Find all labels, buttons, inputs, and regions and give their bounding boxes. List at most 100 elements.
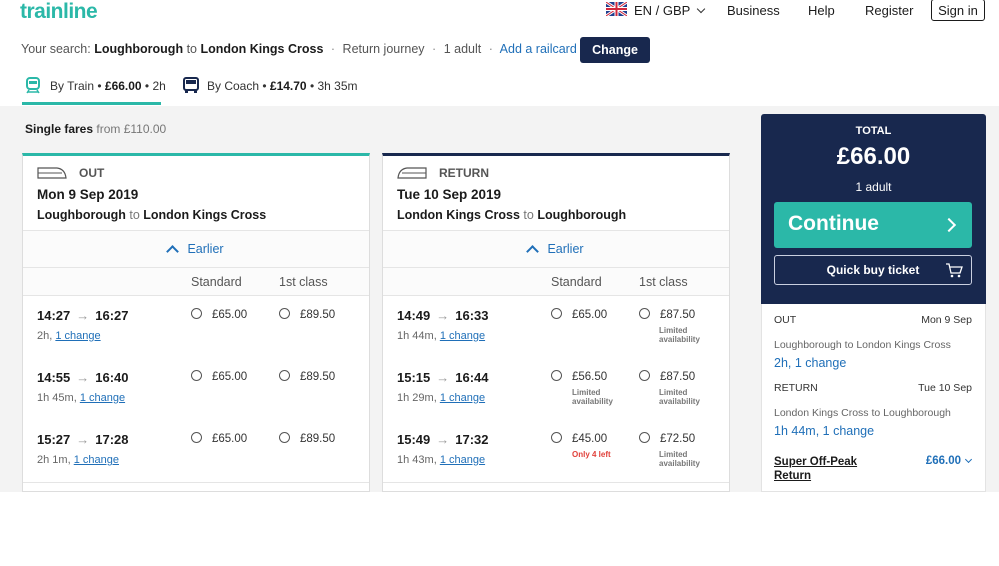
trainline-logo[interactable]: trainline	[20, 0, 98, 24]
fare-type-link[interactable]: Super Off-Peak Return	[774, 455, 857, 483]
return-direction: RETURN	[439, 166, 489, 180]
journey-summary-panel: OUT Mon 9 Sep Loughborough to London Kin…	[761, 304, 986, 492]
radio-button[interactable]	[191, 308, 202, 319]
standard-fare-option[interactable]: £65.00	[191, 370, 247, 383]
table-row[interactable]: 15:15 → 16:44 1h 29m, 1 change £56.50 Limi…	[383, 358, 729, 421]
note-line: availability	[659, 459, 700, 468]
return-first-header: 1st class	[639, 275, 688, 289]
summary-out-details-link[interactable]: 2h, 1 change	[774, 356, 846, 370]
duration-text: 1h 43m,	[397, 454, 437, 466]
fare-price-dropdown[interactable]: £66.00	[926, 455, 973, 467]
radio-button[interactable]	[551, 370, 562, 381]
changes-link[interactable]: 1 change	[55, 330, 100, 342]
depart-time: 15:27	[37, 432, 71, 447]
standard-fare-option[interactable]: £65.00	[191, 308, 247, 321]
nav-register[interactable]: Register	[865, 3, 913, 18]
radio-button[interactable]	[279, 432, 290, 443]
table-row[interactable]: 15:49 → 17:32 1h 43m, 1 change £45.00 Only…	[383, 420, 729, 483]
duration-text: 1h 29m,	[397, 392, 437, 404]
radio-button[interactable]	[551, 308, 562, 319]
first-class-fare-option[interactable]: £89.50	[279, 370, 335, 383]
summary-out-route: Loughborough to London Kings Cross	[774, 339, 951, 351]
fare-price: £65.00	[572, 309, 608, 321]
arrow-right-icon: →	[76, 370, 90, 385]
radio-button[interactable]	[279, 308, 290, 319]
changes-link[interactable]: 1 change	[80, 392, 125, 404]
outbound-header: OUT Mon 9 Sep 2019 Loughborough to Londo…	[23, 156, 369, 231]
standard-fare-option[interactable]: £56.50	[551, 370, 607, 383]
availability-note: Limited availability	[572, 388, 613, 406]
total-passengers: 1 adult	[855, 180, 892, 194]
summary-return-route: London Kings Cross to Loughborough	[774, 407, 951, 419]
depart-time: 14:55	[37, 370, 71, 385]
radio-button[interactable]	[551, 432, 562, 443]
changes-link[interactable]: 1 change	[440, 454, 485, 466]
sign-in-button[interactable]: Sign in	[931, 0, 985, 21]
radio-button[interactable]	[191, 370, 202, 381]
note-line: availability	[659, 397, 700, 406]
first-class-fare-option[interactable]: £89.50	[279, 308, 335, 321]
standard-fare-option[interactable]: £45.00	[551, 432, 607, 445]
return-header: RETURN Tue 10 Sep 2019 London Kings Cros…	[383, 156, 729, 231]
train-tab-price: £66.00	[104, 78, 142, 93]
fare-price: £72.50	[660, 433, 696, 445]
fare-price: £45.00	[572, 433, 608, 445]
duration-text: 1h 45m,	[37, 392, 77, 404]
changes-link[interactable]: 1 change	[74, 454, 119, 466]
outbound-earlier-button[interactable]: Earlier	[23, 231, 369, 268]
note-line: Limited	[572, 388, 601, 397]
table-row[interactable]: 14:49 → 16:33 1h 44m, 1 change £65.00 £87.…	[383, 296, 729, 359]
first-class-fare-option[interactable]: £87.50	[639, 370, 695, 383]
summary-return-details-link[interactable]: 1h 44m, 1 change	[774, 424, 874, 438]
depart-time: 14:49	[397, 308, 431, 323]
journey-times: 14:55 → 16:40	[37, 370, 129, 385]
single-fares-link[interactable]: Single fares from £110.00	[25, 122, 166, 136]
return-panel: RETURN Tue 10 Sep 2019 London Kings Cros…	[382, 153, 730, 492]
duration-text: 2h,	[37, 330, 53, 342]
coach-tab-label: By Coach	[207, 78, 260, 93]
journey-times: 15:15 → 16:44	[397, 370, 489, 385]
summary-out-date: Mon 9 Sep	[921, 314, 972, 326]
table-row[interactable]: 15:27 → 17:28 2h 1m, 1 change £65.00 £89.5…	[23, 420, 369, 483]
radio-button[interactable]	[639, 370, 650, 381]
fare-price: £89.50	[300, 309, 336, 321]
radio-button[interactable]	[639, 308, 650, 319]
first-class-fare-option[interactable]: £89.50	[279, 432, 335, 445]
radio-button[interactable]	[191, 432, 202, 443]
continue-button[interactable]: Continue	[774, 202, 972, 248]
fare-price: £65.00	[212, 309, 248, 321]
table-row[interactable]: 14:27 → 16:27 2h, 1 change £65.00 £89.50	[23, 296, 369, 359]
first-class-fare-option[interactable]: £87.50	[639, 308, 695, 321]
arrive-time: 17:28	[95, 432, 129, 447]
return-earlier-button[interactable]: Earlier	[383, 231, 729, 268]
quick-buy-button[interactable]: Quick buy ticket	[774, 255, 972, 285]
arrive-time: 16:44	[455, 370, 489, 385]
table-row[interactable]: 14:55 → 16:40 1h 45m, 1 change £65.00 £89.…	[23, 358, 369, 421]
standard-fare-option[interactable]: £65.00	[551, 308, 607, 321]
availability-note: Limited availability	[659, 450, 700, 468]
train-tab-duration: 2h	[152, 78, 166, 93]
radio-button[interactable]	[279, 370, 290, 381]
add-railcard-link[interactable]: Add a railcard	[500, 42, 577, 56]
nav-help[interactable]: Help	[808, 3, 835, 18]
nav-business[interactable]: Business	[727, 3, 780, 18]
radio-button[interactable]	[639, 432, 650, 443]
first-class-fare-option[interactable]: £72.50	[639, 432, 695, 445]
changes-link[interactable]: 1 change	[440, 330, 485, 342]
changes-link[interactable]: 1 change	[440, 392, 485, 404]
note-line: availability	[659, 335, 700, 344]
continue-label: Continue	[788, 212, 879, 235]
tab-by-coach[interactable]: By Coach • £14.70 • 3h 35m	[183, 77, 358, 94]
tab-by-train[interactable]: By Train • £66.00 • 2h	[26, 77, 166, 94]
locale-selector[interactable]: EN / GBP	[634, 3, 705, 18]
duration-text: 1h 44m,	[397, 330, 437, 342]
outbound-destination: London Kings Cross	[143, 208, 267, 222]
return-earlier-label: Earlier	[547, 242, 584, 256]
return-standard-header: Standard	[551, 275, 602, 289]
journey-duration: 1h 44m, 1 change	[397, 330, 485, 342]
return-destination: Loughborough	[537, 208, 627, 222]
standard-fare-option[interactable]: £65.00	[191, 432, 247, 445]
change-search-button[interactable]: Change	[580, 37, 650, 63]
outbound-first-header: 1st class	[279, 275, 328, 289]
return-column-headers: Standard 1st class	[383, 268, 729, 296]
